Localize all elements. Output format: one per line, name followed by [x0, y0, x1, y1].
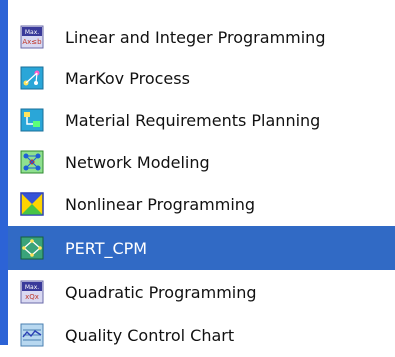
list-item-label: Linear and Integer Programming [65, 27, 326, 47]
markov-icon [20, 66, 44, 90]
left-border-strip [0, 0, 8, 345]
pert-icon [20, 236, 44, 260]
network-icon [20, 150, 44, 174]
list-item-label: PERT_CPM [65, 238, 148, 258]
svg-text:xQx: xQx [25, 293, 39, 301]
list-item-nonlinear-programming[interactable]: Nonlinear Programming [8, 182, 395, 226]
lp-icon: Max. Ax≤b [20, 25, 44, 49]
qcc-icon [20, 323, 44, 347]
list-item-label: MarKov Process [65, 68, 190, 88]
list-item-network-modeling[interactable]: Network Modeling [8, 140, 395, 184]
mrp-icon [20, 108, 44, 132]
svg-text:Max.: Max. [25, 284, 39, 291]
list-item-label: Network Modeling [65, 152, 210, 172]
nlp-icon [20, 192, 44, 216]
list-item-label: Material Requirements Planning [65, 110, 321, 130]
module-list: Max. Ax≤b Linear and Integer Programming… [8, 0, 395, 347]
qp-icon: Max. xQx [20, 280, 44, 304]
list-item-label: Quadratic Programming [65, 282, 257, 302]
list-item-pert-cpm[interactable]: PERT_CPM [8, 226, 395, 270]
list-item-markov-process[interactable]: MarKov Process [8, 56, 395, 100]
list-item-quality-control-chart[interactable]: Quality Control Chart [8, 313, 395, 357]
list-item-material-requirements-planning[interactable]: Material Requirements Planning [8, 98, 395, 142]
svg-text:Ax≤b: Ax≤b [22, 38, 42, 46]
list-item-linear-integer-programming[interactable]: Max. Ax≤b Linear and Integer Programming [8, 15, 395, 59]
list-item-label: Quality Control Chart [65, 325, 235, 345]
list-item-quadratic-programming[interactable]: Max. xQx Quadratic Programming [8, 270, 395, 314]
list-item-label: Nonlinear Programming [65, 194, 256, 214]
svg-text:Max.: Max. [25, 29, 39, 36]
